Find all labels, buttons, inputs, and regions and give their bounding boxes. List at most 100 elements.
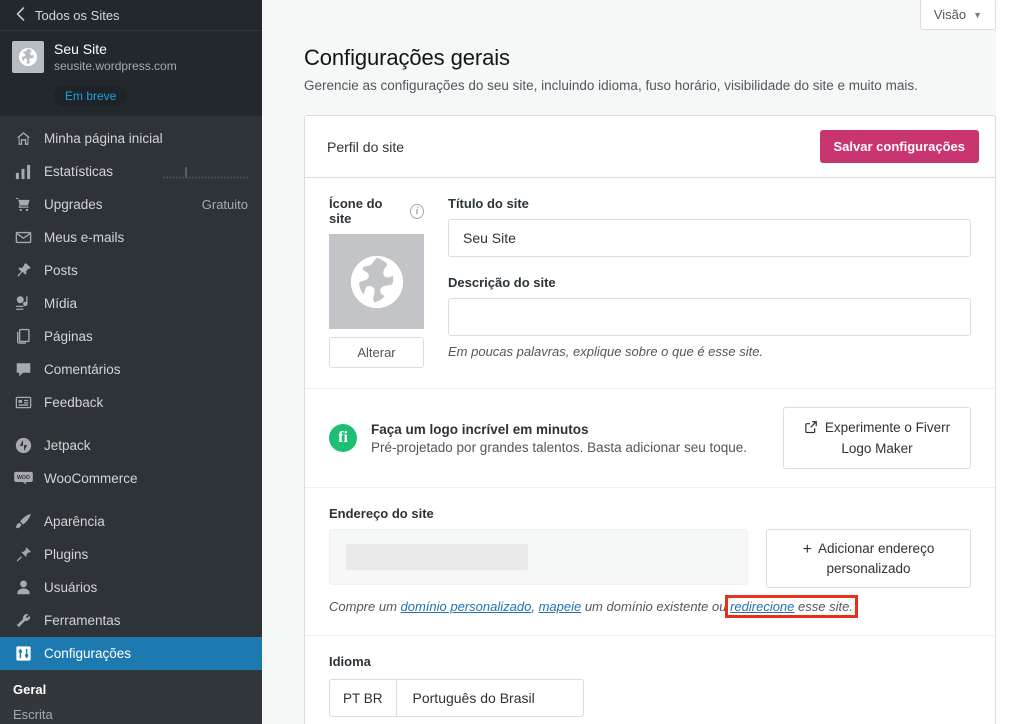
site-title-input[interactable] [448, 219, 971, 257]
envelope-icon [13, 228, 33, 248]
sidebar-item-posts[interactable]: Posts [0, 254, 262, 287]
plug-icon [13, 545, 33, 565]
sidebar-subitem-escrita[interactable]: Escrita [0, 702, 262, 724]
chart-bars-icon [13, 162, 33, 182]
sidebar-menu: Minha página inicial Estatísticas Upgrad… [0, 116, 262, 724]
site-description-label: Descrição do site [448, 275, 556, 290]
fiverr-logo-maker-button[interactable]: Experimente o Fiverr Logo Maker [783, 407, 971, 469]
site-icon-label-row: Ícone do site i [329, 196, 424, 226]
change-site-icon-button[interactable]: Alterar [329, 337, 424, 368]
site-address-label: Endereço do site [329, 506, 434, 521]
sidebar-item-label: Usuários [44, 580, 98, 595]
sidebar-badge-wrap: Em breve [0, 80, 262, 116]
sidebar-item-label: Aparência [44, 514, 105, 529]
chevron-left-icon [16, 6, 25, 24]
site-profile-row: Ícone do site i Alterar Título do site D… [329, 196, 971, 368]
sidebar-item-paginas[interactable]: Páginas [0, 320, 262, 353]
sidebar-item-label: Configurações [44, 646, 132, 661]
top-bar: Visão ▼ [304, 0, 996, 36]
fiverr-logo-icon: fi [329, 424, 357, 452]
sidebar-item-meus-emails[interactable]: Meus e-mails [0, 221, 262, 254]
sidebar-item-woocommerce[interactable]: WOO WooCommerce [0, 462, 262, 495]
custom-domain-link[interactable]: domínio personalizado [401, 599, 532, 614]
sidebar-divider-1 [0, 419, 262, 429]
site-title-label: Título do site [448, 196, 529, 211]
help-prefix: Compre um [329, 599, 401, 614]
plus-icon: + [802, 541, 812, 558]
save-settings-button[interactable]: Salvar configurações [819, 130, 979, 163]
sidebar-item-usuarios[interactable]: Usuários [0, 571, 262, 604]
sidebar-item-plugins[interactable]: Plugins [0, 538, 262, 571]
feedback-icon [13, 393, 33, 413]
home-icon [13, 129, 33, 149]
media-icon [13, 294, 33, 314]
status-badge: Em breve [54, 86, 128, 106]
comment-icon [13, 360, 33, 380]
site-description-helper: Em poucas palavras, explique sobre o que… [448, 344, 764, 359]
chevron-down-icon: ▼ [973, 9, 982, 20]
sidebar-item-label: Feedback [44, 395, 104, 410]
help-mid2: um domínio existente ou [581, 599, 731, 614]
sidebar-item-label: Mídia [44, 296, 78, 311]
site-address-skeleton [346, 544, 528, 570]
sidebar-back-all-sites[interactable]: Todos os Sites [0, 0, 262, 31]
sidebar-item-minha-pagina-inicial[interactable]: Minha página inicial [0, 122, 262, 155]
help-suffix: esse site. [794, 599, 853, 614]
sidebar-item-feedback[interactable]: Feedback [0, 386, 262, 419]
language-name: Português do Brasil [412, 690, 535, 706]
sidebar-back-label: Todos os Sites [35, 7, 120, 23]
site-globe-icon [12, 41, 44, 73]
cart-icon [13, 195, 33, 215]
sidebar-item-comentarios[interactable]: Comentários [0, 353, 262, 386]
user-icon [13, 578, 33, 598]
redirect-site-link[interactable]: redirecione [730, 599, 794, 614]
sidebar-site-title: Seu Site [54, 41, 107, 57]
fiverr-promo-title: Faça um logo incrível em minutos [371, 421, 589, 437]
add-custom-address-button[interactable]: + Adicionar endereço personalizado [766, 529, 971, 588]
svg-text:WOO: WOO [17, 475, 30, 481]
info-icon[interactable]: i [409, 203, 424, 219]
sidebar-item-upgrades[interactable]: Upgrades Gratuito [0, 188, 262, 221]
site-icon-preview [329, 234, 424, 329]
sidebar-item-label: Jetpack [44, 438, 91, 453]
page-title: Configurações gerais [304, 45, 510, 70]
sidebar-item-ferramentas[interactable]: Ferramentas [0, 604, 262, 637]
sidebar-item-aparencia[interactable]: Aparência [0, 505, 262, 538]
view-dropdown-button[interactable]: Visão ▼ [919, 0, 996, 30]
sidebar: Todos os Sites Seu Site seusite.wordpres… [0, 0, 262, 724]
sidebar-subitem-geral[interactable]: Geral [0, 677, 262, 702]
page-subtitle: Gerencie as configurações do seu site, i… [304, 78, 918, 93]
sidebar-divider-2 [0, 495, 262, 505]
redirect-highlight-box: redirecione esse site. [725, 595, 858, 618]
sidebar-item-midia[interactable]: Mídia [0, 287, 262, 320]
site-address-row: + Adicionar endereço personalizado [329, 529, 971, 588]
sidebar-item-estatisticas[interactable]: Estatísticas [0, 155, 262, 188]
card-body: Ícone do site i Alterar Título do site D… [305, 178, 995, 724]
sidebar-item-label: Plugins [44, 547, 89, 562]
site-profile-card: Perfil do site Salvar configurações Ícon… [304, 115, 996, 724]
app-root: Todos os Sites Seu Site seusite.wordpres… [0, 0, 1024, 724]
site-address-input[interactable] [329, 529, 748, 585]
card-header-title: Perfil do site [327, 138, 405, 155]
pages-icon [13, 327, 33, 347]
jetpack-icon [13, 436, 33, 456]
sidebar-site-header[interactable]: Seu Site seusite.wordpress.com [0, 31, 262, 80]
fiverr-promo-subtitle: Pré-projetado por grandes talentos. Bast… [371, 439, 747, 455]
card-header: Perfil do site Salvar configurações [305, 116, 995, 178]
map-domain-link[interactable]: mapeie [539, 599, 582, 614]
site-description-input[interactable] [448, 298, 971, 336]
language-selector[interactable]: PT BR Português do Brasil [329, 679, 584, 717]
fiverr-promo-text: Faça um logo incrível em minutos Pré-pro… [371, 422, 769, 455]
sidebar-item-right: Gratuito [201, 197, 248, 212]
right-edge-strip [996, 0, 1024, 724]
sidebar-site-url: seusite.wordpress.com [54, 59, 177, 73]
language-code: PT BR [330, 680, 397, 716]
add-custom-address-label: Adicionar endereço personalizado [818, 541, 935, 576]
sidebar-item-configuracoes[interactable]: Configurações [0, 637, 262, 670]
external-link-icon [804, 420, 818, 439]
sidebar-item-label: Minha página inicial [44, 131, 163, 146]
site-address-section: Endereço do site + Adicionar endereço per… [329, 488, 971, 618]
fiverr-button-label: Experimente o Fiverr Logo Maker [824, 420, 951, 456]
globe-icon [350, 255, 403, 308]
sidebar-item-jetpack[interactable]: Jetpack [0, 429, 262, 462]
